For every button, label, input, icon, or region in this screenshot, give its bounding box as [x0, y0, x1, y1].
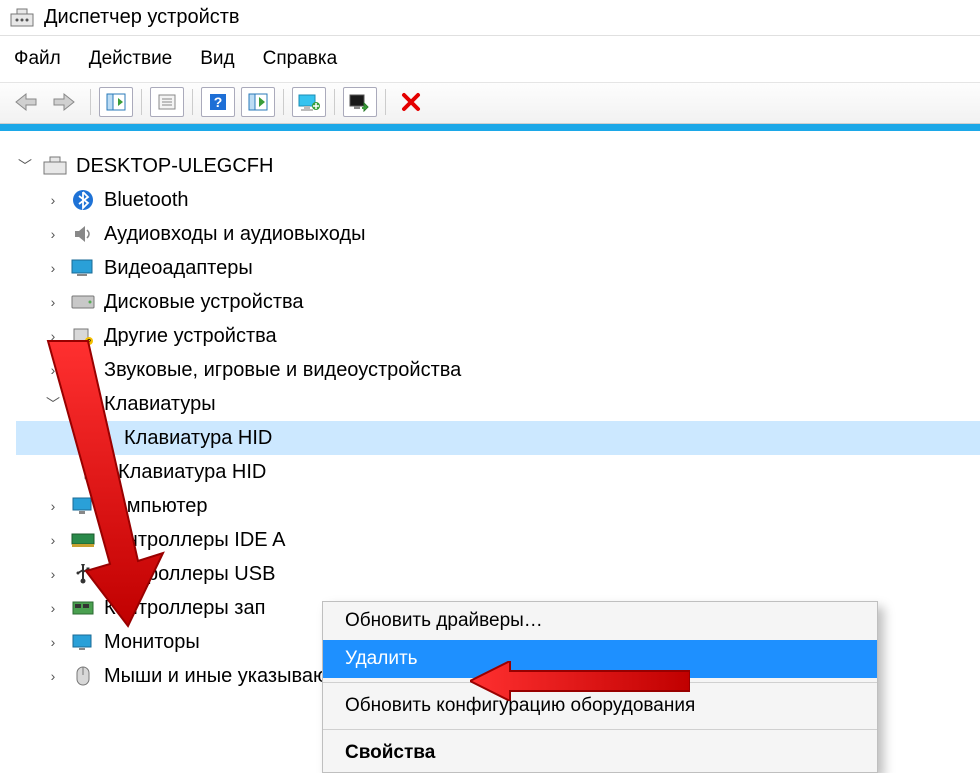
show-hidden-button[interactable] — [99, 87, 133, 117]
keyboard-icon — [84, 461, 110, 483]
tree-node-sound[interactable]: › Звуковые, игровые и видеоустройства — [16, 353, 980, 387]
tree-node-display[interactable]: › Видеоадаптеры — [16, 251, 980, 285]
svg-text:?: ? — [87, 339, 91, 346]
help-button[interactable]: ? — [201, 87, 235, 117]
menu-help[interactable]: Справка — [263, 48, 338, 70]
node-label: Другие устройства — [104, 319, 277, 353]
chevron-right-icon[interactable]: › — [44, 183, 62, 217]
chevron-right-icon[interactable]: › — [44, 353, 62, 387]
node-label: Контроллеры USB — [104, 557, 275, 591]
tree-node-computer[interactable]: › Компьютер — [16, 489, 980, 523]
disk-icon — [70, 291, 96, 313]
menu-file[interactable]: Файл — [14, 48, 61, 70]
toolbar: ? — [0, 82, 980, 124]
chevron-right-icon[interactable]: › — [44, 251, 62, 285]
node-label: Аудиовходы и аудиовыходы — [104, 217, 366, 251]
chevron-right-icon[interactable]: › — [44, 591, 62, 625]
tree-node-ide[interactable]: › Контроллеры IDE A — [16, 523, 980, 557]
menubar: Файл Действие Вид Справка — [0, 36, 980, 82]
chevron-down-icon[interactable]: ﹀ — [16, 149, 34, 183]
tree-node-kb-hid-1[interactable]: Клавиатура HID — [16, 421, 980, 455]
tree-node-disk[interactable]: › Дисковые устройства — [16, 285, 980, 319]
node-label: Bluetooth — [104, 183, 189, 217]
node-label: Контроллеры IDE A — [104, 523, 285, 557]
menu-action[interactable]: Действие — [89, 48, 173, 70]
ctx-delete[interactable]: Удалить — [323, 640, 877, 678]
tree-node-bluetooth[interactable]: › Bluetooth — [16, 183, 980, 217]
chevron-right-icon[interactable]: › — [44, 217, 62, 251]
uninstall-button[interactable] — [343, 87, 377, 117]
svg-text:?: ? — [214, 94, 223, 110]
node-label: Звуковые, игровые и видеоустройства — [104, 353, 461, 387]
tree-node-keyboards[interactable]: ﹀ Клавиатуры — [16, 387, 980, 421]
bluetooth-icon — [70, 189, 96, 211]
monitor-icon — [70, 631, 96, 653]
keyboard-icon — [84, 427, 110, 449]
scan-button[interactable] — [241, 87, 275, 117]
app-icon — [10, 8, 34, 28]
chevron-right-icon[interactable]: › — [44, 285, 62, 319]
monitor-icon — [70, 495, 96, 517]
tree-node-kb-hid-2[interactable]: Клавиатура HID — [16, 455, 980, 489]
chevron-right-icon[interactable]: › — [44, 557, 62, 591]
speaker-icon — [70, 223, 96, 245]
usb-icon — [70, 563, 96, 585]
other-device-icon: ? — [70, 325, 96, 347]
tree-node-usb[interactable]: › Контроллеры USB — [16, 557, 980, 591]
node-label: Видеоадаптеры — [104, 251, 253, 285]
chevron-right-icon[interactable]: › — [44, 489, 62, 523]
chevron-down-icon[interactable]: ﹀ — [44, 387, 62, 421]
chevron-right-icon[interactable]: › — [44, 625, 62, 659]
node-label: Дисковые устройства — [104, 285, 304, 319]
properties-button[interactable] — [150, 87, 184, 117]
node-label: Мониторы — [104, 625, 200, 659]
node-label: Клавиатура HID — [118, 421, 278, 455]
mouse-icon — [70, 665, 96, 687]
content-area: ﹀ DESKTOP-ULEGCFH › Bluetooth › Аудиовхо… — [0, 124, 980, 693]
back-button[interactable] — [8, 87, 42, 117]
separator — [323, 729, 877, 730]
chevron-right-icon[interactable]: › — [44, 523, 62, 557]
tree-root[interactable]: ﹀ DESKTOP-ULEGCFH — [16, 149, 980, 183]
chevron-right-icon[interactable]: › — [44, 659, 62, 693]
window-title: Диспетчер устройств — [44, 6, 240, 29]
node-label: Компьютер — [104, 489, 208, 523]
ctx-properties[interactable]: Свойства — [323, 734, 877, 772]
separator — [323, 682, 877, 683]
node-label: Клавиатура HID — [118, 455, 266, 489]
context-menu: Обновить драйверы… Удалить Обновить конф… — [322, 601, 878, 773]
forward-button[interactable] — [48, 87, 82, 117]
node-label: DESKTOP-ULEGCFH — [76, 149, 273, 183]
node-label: Контроллеры зап — [104, 591, 265, 625]
storage-controller-icon — [70, 597, 96, 619]
ctx-update-drivers[interactable]: Обновить драйверы… — [323, 602, 877, 640]
menu-view[interactable]: Вид — [200, 48, 234, 70]
ctx-scan-hardware[interactable]: Обновить конфигурацию оборудования — [323, 687, 877, 725]
computer-icon — [42, 155, 68, 177]
display-adapter-icon — [70, 257, 96, 279]
chevron-right-icon[interactable]: › — [44, 319, 62, 353]
tree-node-audio-io[interactable]: › Аудиовходы и аудиовыходы — [16, 217, 980, 251]
update-driver-button[interactable] — [292, 87, 326, 117]
keyboard-icon — [70, 393, 96, 415]
speaker-icon — [70, 359, 96, 381]
node-label: Клавиатуры — [104, 387, 216, 421]
controller-icon — [70, 529, 96, 551]
titlebar: Диспетчер устройств — [0, 0, 980, 36]
delete-button[interactable] — [394, 87, 428, 117]
tree-node-other[interactable]: › ? Другие устройства — [16, 319, 980, 353]
